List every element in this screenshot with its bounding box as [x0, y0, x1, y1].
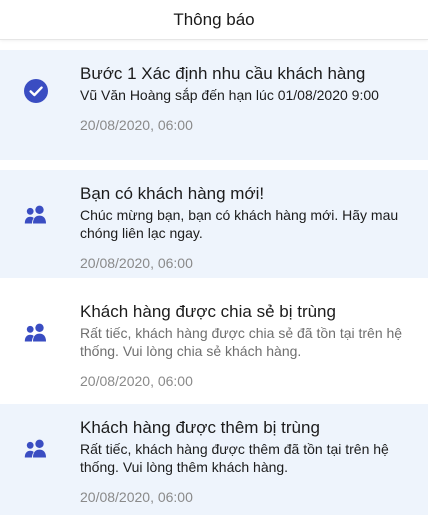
notification-title: Bước 1 Xác định nhu cầu khách hàng — [80, 64, 366, 83]
page-title: Thông báo — [173, 9, 255, 29]
notification-description: Rất tiếc, khách hàng được chia sẻ đã tồn… — [80, 325, 403, 359]
notification-title: Bạn có khách hàng mới! — [80, 184, 265, 203]
users-icon — [24, 323, 46, 342]
notification-time: 20/08/2020, 06:00 — [80, 489, 193, 505]
notification-description: Vũ Văn Hoàng sắp đến hạn lúc 01/08/2020 … — [80, 87, 379, 103]
notification-description: Chúc mừng bạn, bạn có khách hàng mới. Hã… — [80, 207, 399, 241]
notification-time: 20/08/2020, 06:00 — [80, 373, 193, 389]
notification-time: 20/08/2020, 06:00 — [80, 117, 193, 133]
users-icon — [24, 205, 46, 224]
notification-title: Khách hàng được chia sẻ bị trùng — [80, 302, 336, 321]
app-header: Thông báo — [0, 0, 428, 40]
notification-time: 20/08/2020, 06:00 — [80, 255, 193, 271]
notification-list: Bước 1 Xác định nhu cầu khách hàng Vũ Vă… — [0, 40, 428, 531]
users-icon — [24, 439, 46, 458]
notification-item[interactable]: Khách hàng được chia sẻ bị trùng Rất tiế… — [0, 288, 428, 394]
notification-description: Rất tiếc, khách hàng được thêm đã tồn tạ… — [80, 441, 389, 475]
check-circle-icon — [24, 79, 48, 103]
notification-title: Khách hàng được thêm bị trùng — [80, 418, 320, 437]
notification-item[interactable]: Bạn có khách hàng mới! Chúc mừng bạn, bạ… — [0, 170, 428, 278]
notification-item[interactable]: Khách hàng được thêm bị trùng Rất tiếc, … — [0, 404, 428, 515]
notification-item[interactable]: Bước 1 Xác định nhu cầu khách hàng Vũ Vă… — [0, 50, 428, 160]
